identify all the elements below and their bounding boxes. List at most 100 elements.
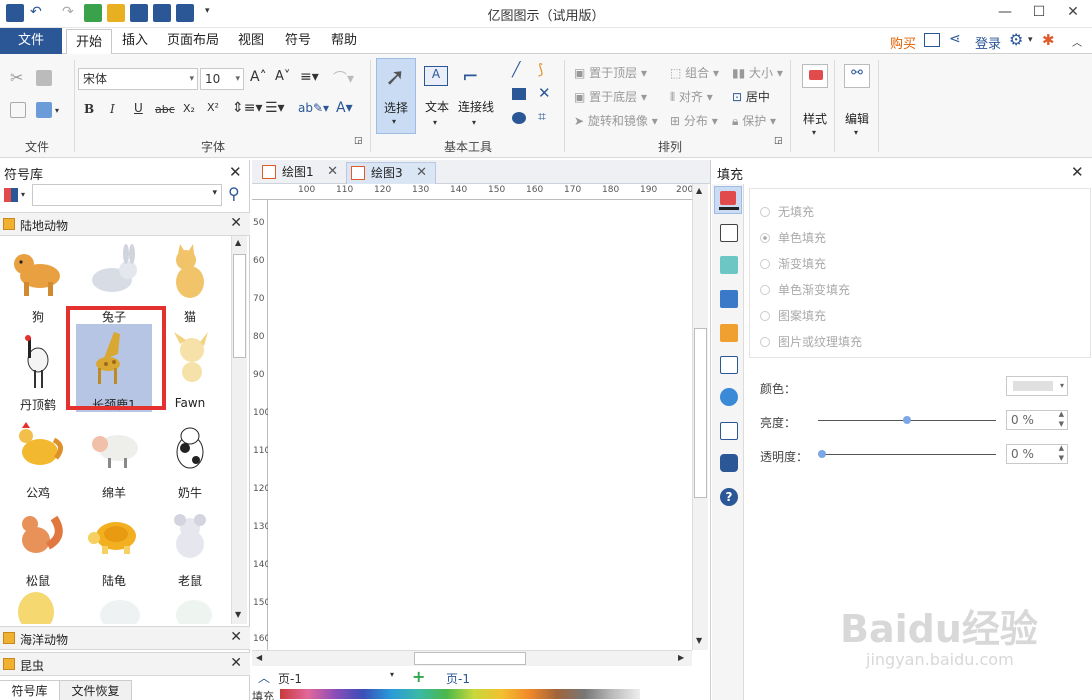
doc-tab-drawing1[interactable]: 绘图1 ✕: [258, 162, 344, 184]
maximize-button[interactable]: ☐: [1022, 0, 1056, 26]
category-header-land-animals[interactable]: 陆地动物 ✕: [0, 212, 250, 236]
bold-icon[interactable]: B: [84, 102, 94, 116]
copy-icon[interactable]: [10, 102, 26, 118]
color-picker[interactable]: ▾: [1006, 376, 1068, 396]
brightness-spinner[interactable]: 0 % ▲ ▼: [1006, 410, 1068, 430]
crop-tool-icon[interactable]: ⌗: [538, 109, 546, 125]
brightness-slider-thumb[interactable]: [903, 416, 911, 424]
symbol-mouse[interactable]: 老鼠: [152, 500, 228, 588]
font-family-select[interactable]: 宋体 ▾: [78, 68, 198, 90]
drawing-canvas[interactable]: [268, 200, 692, 650]
category-header-sea-animals[interactable]: 海洋动物 ✕: [0, 626, 250, 650]
line-tab-icon[interactable]: [720, 224, 738, 242]
transparency-slider-thumb[interactable]: [818, 450, 826, 458]
collapse-ribbon-icon[interactable]: ︿: [1072, 34, 1082, 49]
scroll-thumb[interactable]: [414, 652, 526, 665]
close-icon[interactable]: ✕: [229, 163, 242, 181]
edit-button[interactable]: ⚯ 编辑 ▾: [840, 58, 874, 138]
page-nav-up-icon[interactable]: ︿: [258, 669, 270, 686]
doc-tab-drawing3[interactable]: 绘图3 ✕: [346, 162, 436, 184]
center-button[interactable]: ⊡ 居中: [732, 88, 770, 105]
tab-symbol-library[interactable]: 符号库: [0, 680, 60, 700]
spinner-arrows-icon[interactable]: ▲ ▼: [1059, 409, 1064, 429]
radio-gradient-fill[interactable]: 渐变填充: [760, 255, 826, 273]
protect-button[interactable]: 🔒︎ 保护 ▾: [732, 112, 776, 129]
align-button[interactable]: ⫴ 对齐 ▾: [670, 88, 713, 105]
help-icon[interactable]: ?: [720, 488, 738, 506]
close-tab-icon[interactable]: ✕: [327, 162, 338, 182]
arrange-dialog-launcher-icon[interactable]: ◲: [774, 136, 783, 146]
close-tab-icon[interactable]: ✕: [416, 163, 427, 183]
shadow-tab-icon[interactable]: [720, 256, 738, 274]
tab-page-layout[interactable]: 页面布局: [162, 28, 224, 54]
animal-partial-icon[interactable]: [176, 600, 212, 624]
search-input[interactable]: ▾: [32, 184, 222, 206]
buy-link[interactable]: 购买: [890, 33, 916, 52]
file-menu[interactable]: 文件: [0, 28, 62, 54]
ellipse-tool-icon[interactable]: [512, 112, 526, 124]
tab-insert[interactable]: 插入: [114, 28, 156, 54]
symbol-dog[interactable]: 狗: [0, 236, 76, 324]
group-button[interactable]: ⬚ 组合 ▾: [670, 64, 719, 81]
canvas-horizontal-scrollbar[interactable]: ◀ ▶: [252, 650, 692, 666]
scroll-up-icon[interactable]: ▲: [235, 238, 241, 247]
symbol-scrollbar[interactable]: ▲ ▼: [231, 236, 247, 624]
highlight-icon[interactable]: ab✎▾: [298, 101, 329, 115]
bullet-list-icon[interactable]: ☰▾: [265, 100, 285, 116]
symbol-crane[interactable]: 丹顶鹤: [0, 324, 76, 412]
tab-view[interactable]: 视图: [230, 28, 272, 54]
line-tool-icon[interactable]: ╱: [512, 62, 520, 78]
goose-partial-icon[interactable]: [100, 600, 140, 624]
radio-no-fill[interactable]: 无填充: [760, 203, 814, 221]
login-link[interactable]: 登录: [975, 33, 1001, 52]
distribute-button[interactable]: ⊞ 分布 ▾: [670, 112, 718, 129]
connector-tool-button[interactable]: ⌐ 连接线 ▾: [456, 58, 496, 134]
page-selector[interactable]: 页-1 ▾: [278, 670, 396, 686]
scroll-right-icon[interactable]: ▶: [678, 653, 684, 662]
scroll-left-icon[interactable]: ◀: [256, 653, 262, 662]
spinner-arrows-icon[interactable]: ▲ ▼: [1059, 443, 1064, 463]
search-dropdown-icon[interactable]: ▾: [212, 188, 217, 198]
line-spacing-icon[interactable]: ⌒▾: [333, 68, 354, 88]
scroll-thumb[interactable]: [233, 254, 246, 358]
style-button[interactable]: 样式 ▾: [798, 58, 834, 138]
scroll-down-icon[interactable]: ▼: [696, 636, 702, 645]
paste-icon[interactable]: [36, 102, 52, 118]
grow-font-icon[interactable]: A˄: [250, 69, 267, 85]
settings-dropdown-icon[interactable]: ▾: [1028, 35, 1033, 45]
transparency-spinner[interactable]: 0 % ▲ ▼: [1006, 444, 1068, 464]
page-tab[interactable]: 页-1: [446, 670, 470, 687]
close-button[interactable]: ✕: [1056, 0, 1090, 26]
tab-symbol[interactable]: 符号: [278, 28, 318, 54]
image-tab-icon[interactable]: [720, 290, 738, 308]
font-size-select[interactable]: 10 ▾: [200, 68, 244, 90]
symbol-sheep[interactable]: 绵羊: [76, 412, 152, 500]
shrink-font-icon[interactable]: A˅: [275, 69, 290, 84]
radio-pattern-fill[interactable]: 图案填充: [760, 307, 826, 325]
rectangle-tool-icon[interactable]: [512, 88, 526, 100]
comment-tab-icon[interactable]: [720, 454, 738, 472]
symbol-squirrel[interactable]: 松鼠: [0, 500, 76, 588]
paste-dropdown-icon[interactable]: ▾: [55, 106, 59, 115]
attachment-tab-icon[interactable]: [720, 422, 738, 440]
settings-gear-icon[interactable]: ⚙: [1009, 30, 1023, 49]
format-painter-icon[interactable]: [36, 70, 52, 86]
scroll-thumb[interactable]: [694, 328, 707, 498]
select-tool-button[interactable]: ➚ 选择 ▾: [376, 58, 416, 134]
cut-icon[interactable]: ✂: [10, 68, 23, 87]
hyperlink-tab-icon[interactable]: [720, 388, 738, 406]
symbol-tortoise[interactable]: 陆龟: [76, 500, 152, 588]
radio-picture-fill[interactable]: 图片或纹理填充: [760, 333, 862, 351]
arc-tool-icon[interactable]: ⟆: [538, 62, 543, 78]
scroll-down-icon[interactable]: ▼: [235, 610, 241, 619]
tab-home[interactable]: 开始: [66, 29, 112, 55]
transparency-slider-track[interactable]: [818, 454, 996, 455]
page-tab-icon[interactable]: [720, 356, 738, 374]
superscript-icon[interactable]: X²: [207, 101, 219, 114]
share-icon[interactable]: ⋖: [949, 31, 961, 47]
window-icon[interactable]: [924, 33, 940, 47]
send-to-back-button[interactable]: ▣ 置于底层 ▾: [574, 88, 647, 105]
library-grid-icon[interactable]: [4, 188, 18, 202]
bring-to-front-button[interactable]: ▣ 置于顶层 ▾: [574, 64, 647, 81]
text-tool-button[interactable]: A 文本 ▾: [420, 58, 454, 134]
